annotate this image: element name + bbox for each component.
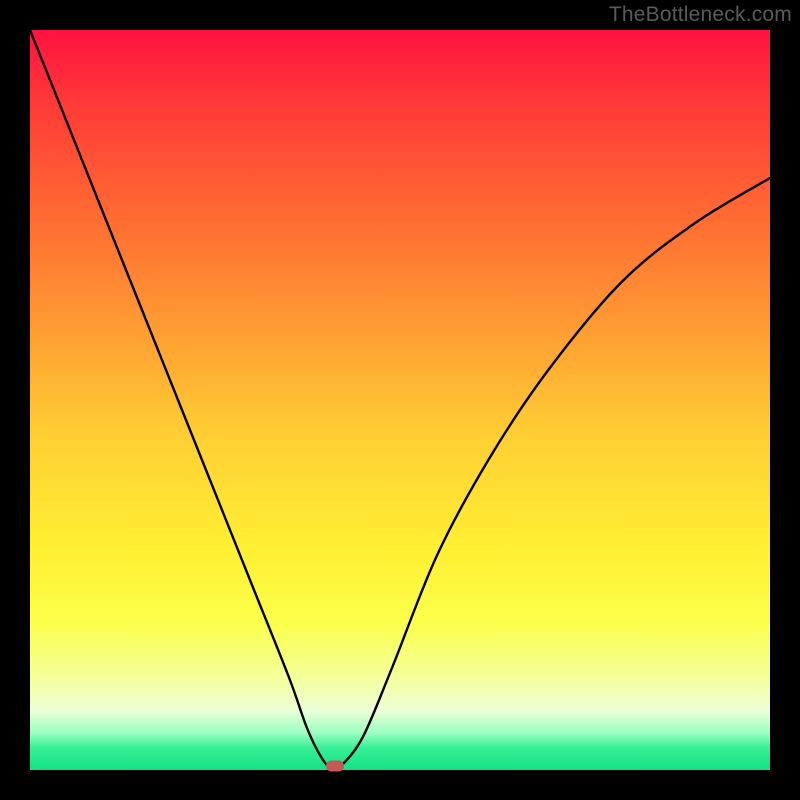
- chart-frame: TheBottleneck.com: [0, 0, 800, 800]
- minimum-marker: [326, 761, 344, 772]
- watermark-text: TheBottleneck.com: [609, 3, 792, 27]
- curve-line: [30, 30, 770, 770]
- plot-area: [30, 30, 770, 770]
